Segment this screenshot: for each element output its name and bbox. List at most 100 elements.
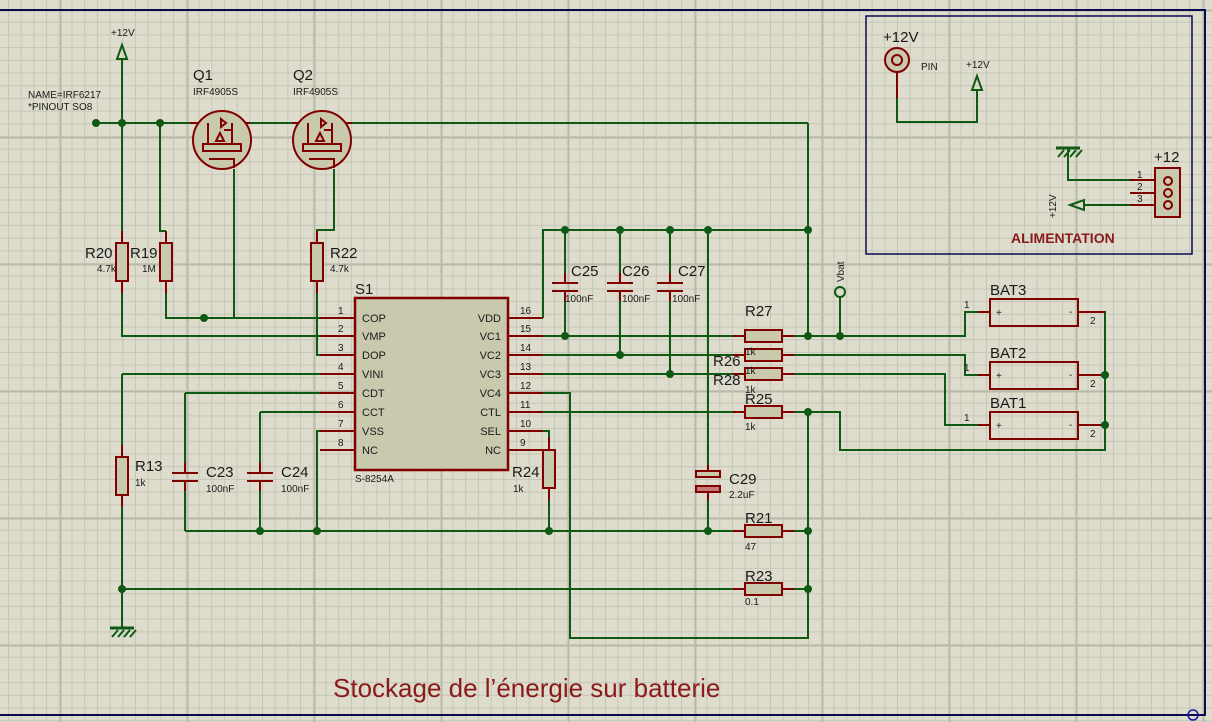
- r13-ref: R13: [135, 458, 163, 475]
- c24-value: 100nF: [281, 484, 309, 495]
- vbat-label: Vbat: [836, 261, 847, 282]
- r23-value: 0.1: [745, 597, 759, 608]
- ic-pin-name: SEL: [480, 426, 501, 438]
- ic-pin-number: 4: [338, 362, 344, 373]
- ic-pin-name: VSS: [362, 426, 384, 438]
- ic-pin-name: NC: [362, 445, 378, 457]
- ic-pin-number: 10: [520, 419, 532, 430]
- c24-ref: C24: [281, 464, 309, 481]
- ic-pin-number: 11: [520, 400, 531, 411]
- c29-value: 2.2uF: [729, 490, 755, 501]
- capacitor-plate-polarized: [695, 485, 721, 493]
- ic-pin-number: 3: [338, 343, 344, 354]
- junction-dot: [118, 119, 126, 127]
- schematic-sheet[interactable]: +12V NAME=IRF6217 *PINOUT SO8 Q1 IRF4905…: [0, 0, 1212, 722]
- bat2-ref: BAT2: [990, 345, 1026, 362]
- battery-plus: +: [996, 371, 1002, 382]
- junction-dot: [1101, 421, 1109, 429]
- battery-pin-1: 1: [964, 300, 970, 311]
- junction-dot: [804, 332, 812, 340]
- battery-plus: +: [996, 308, 1002, 319]
- resistor-r27[interactable]: [744, 329, 783, 343]
- resistor-r22[interactable]: [310, 242, 324, 282]
- battery-pin-1: 1: [964, 413, 970, 424]
- junction-dot: [804, 527, 812, 535]
- alim-term-rot-label: +12V: [1048, 194, 1059, 218]
- ic-pin-number: 9: [520, 438, 526, 449]
- ic-pin-name: CCT: [362, 407, 385, 419]
- ic-pin-number: 15: [520, 324, 532, 335]
- resistor-r24[interactable]: [542, 449, 556, 489]
- q2-ref: Q2: [293, 67, 313, 84]
- r24-value: 1k: [513, 484, 525, 495]
- ic-pin-number: 2: [338, 324, 344, 335]
- battery-minus: -: [1069, 420, 1072, 431]
- r21-value: 47: [745, 542, 757, 553]
- mosfet-q2[interactable]: [292, 110, 352, 170]
- ic-pin-number: 13: [520, 362, 532, 373]
- c27-ref: C27: [678, 263, 706, 280]
- c23-ref: C23: [206, 464, 234, 481]
- battery-pin-2: 2: [1090, 379, 1096, 390]
- ic-pin-name: VC1: [480, 331, 501, 343]
- ic-pin-number: 7: [338, 419, 344, 430]
- alim-pin-type: PIN: [921, 62, 938, 73]
- ic-pin-name: COP: [362, 313, 386, 325]
- r13-value: 1k: [135, 478, 147, 489]
- mosfet-q1[interactable]: [192, 110, 252, 170]
- s1-part: S-8254A: [355, 474, 394, 485]
- r20-ref: R20: [85, 245, 113, 262]
- ic-pin-name: VC3: [480, 369, 501, 381]
- junction-dot: [804, 408, 812, 416]
- r27-ref: R27: [745, 303, 773, 320]
- r20-value: 4.7k: [97, 264, 117, 275]
- capacitor-plate: [695, 470, 721, 478]
- r26-value: 1k: [745, 366, 757, 377]
- s1-ref: S1: [355, 281, 373, 298]
- junction-dot: [1101, 371, 1109, 379]
- sheet-title: Stockage de l’énergie sur batterie: [333, 673, 720, 703]
- c26-value: 100nF: [622, 294, 650, 305]
- resistor-r19[interactable]: [159, 242, 173, 282]
- battery-minus: -: [1069, 307, 1072, 318]
- connector-pin-1: 1: [1137, 170, 1143, 181]
- battery-minus: -: [1069, 370, 1072, 381]
- junction-dot: [804, 585, 812, 593]
- ic-pin-number: 12: [520, 381, 532, 392]
- junction-dot: [200, 314, 208, 322]
- junction-dot: [313, 527, 321, 535]
- ic-pin-number: 14: [520, 343, 532, 354]
- ic-pin-number: 1: [338, 306, 344, 317]
- junction-dot: [118, 585, 126, 593]
- ic-pin-name: VC4: [480, 388, 501, 400]
- r21-ref: R21: [745, 510, 773, 527]
- r19-value: 1M: [142, 264, 156, 275]
- note-name: NAME=IRF6217: [28, 90, 102, 101]
- r26-ref: R26: [713, 353, 741, 370]
- junction-dot: [92, 119, 100, 127]
- r27-value: 1k: [745, 347, 757, 358]
- resistor-r20[interactable]: [115, 242, 129, 282]
- schematic-canvas[interactable]: +12V NAME=IRF6217 *PINOUT SO8 Q1 IRF4905…: [0, 0, 1212, 722]
- battery-pin-1: 1: [964, 363, 970, 374]
- bat3-ref: BAT3: [990, 282, 1026, 299]
- r28-ref: R28: [713, 372, 741, 389]
- ic-pin-name: VMP: [362, 331, 386, 343]
- battery-pin-2: 2: [1090, 429, 1096, 440]
- connector-pin-2: 2: [1137, 182, 1143, 193]
- ic-pin-name: VDD: [478, 313, 501, 325]
- c27-value: 100nF: [672, 294, 700, 305]
- power-pin-icon[interactable]: [884, 47, 910, 73]
- r25-value: 1k: [745, 422, 757, 433]
- ic-pin-name: VC2: [480, 350, 501, 362]
- ic-pin-name: CTL: [480, 407, 501, 419]
- q1-ref: Q1: [193, 67, 213, 84]
- alim-pin-label: +12V: [883, 29, 918, 46]
- r22-value: 4.7k: [330, 264, 350, 275]
- r22-ref: R22: [330, 245, 358, 262]
- alimentation-label: ALIMENTATION: [1011, 230, 1115, 246]
- junction-dot: [256, 527, 264, 535]
- c26-ref: C26: [622, 263, 650, 280]
- resistor-r13[interactable]: [115, 456, 129, 496]
- r25-ref: R25: [745, 391, 773, 408]
